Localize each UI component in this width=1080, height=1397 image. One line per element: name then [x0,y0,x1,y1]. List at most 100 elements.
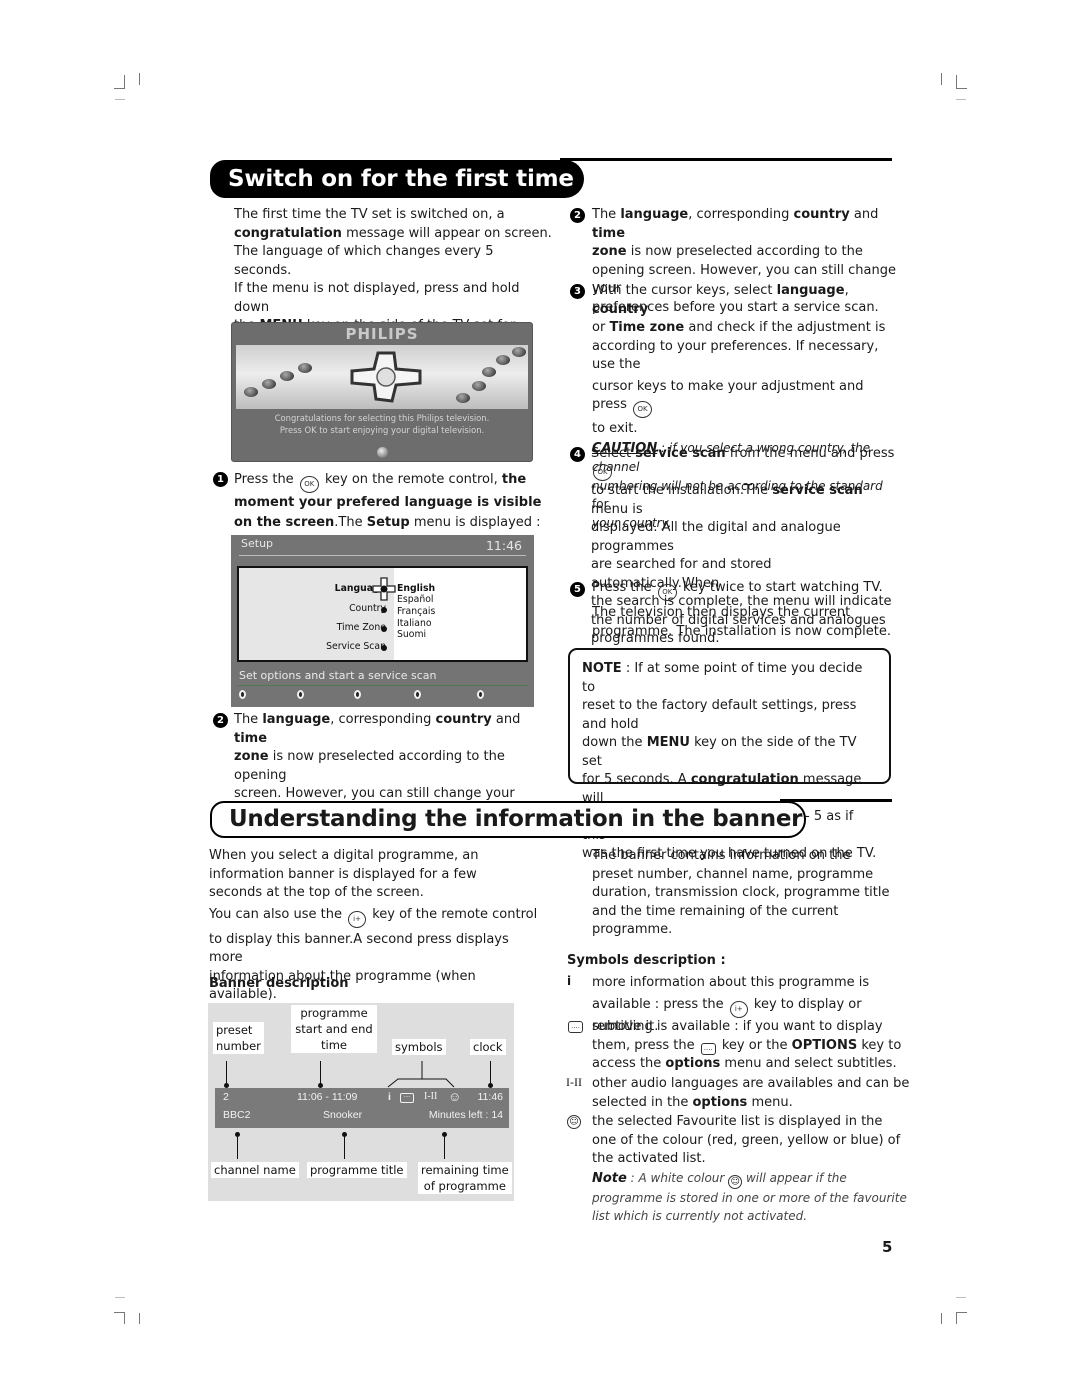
setup-menu-screen: Setup 11:46 Language Country Time Zone S… [231,535,534,707]
banner-title: Snooker [323,1109,363,1121]
step-5-text: Press the OK key twice to start watching… [592,580,891,639]
welcome-screen-image: PHILIPS Congratulations for selecting th… [231,322,533,462]
subtitle-key-icon: .... [700,1042,716,1055]
crop-mark [124,75,125,89]
step-number-4: 4 [570,447,585,462]
setup-hint: Set options and start a service scan [239,669,437,682]
setup-title: Setup [241,537,274,550]
info-key-icon: i+ [729,1000,748,1018]
audio-languages-symbol-icon: I-II [566,1075,582,1089]
pointer-line [490,1061,491,1085]
color-button-red[interactable] [239,690,246,699]
label-clock: clock [470,1039,506,1055]
subtitle-symbol-icon: .... [400,1093,414,1103]
option-italiano[interactable]: Italiano [397,618,432,629]
option-suomi[interactable]: Suomi [397,629,426,640]
welcome-artwork [236,345,528,409]
banner-clock: 11:46 [477,1091,504,1103]
symbols-description-heading: Symbols description : [567,953,726,968]
subtitle-symbol-icon: .... [568,1021,583,1033]
info-banner: 2 11:06 - 11:09 i .... I-II ☺ 11:46 BBC2… [215,1088,509,1128]
divider [239,555,526,556]
ok-key-icon: OK [593,463,612,481]
banner-contents-paragraph: The banner contains information on the p… [592,848,890,937]
option-francais[interactable]: Français [397,606,435,617]
menu-dot [381,607,387,613]
section-title-banner: Understanding the information in the ban… [210,801,806,838]
banner-diagram: preset number programme start and end ti… [208,1003,514,1201]
step-number-5: 5 [570,582,585,597]
header-rule [560,158,892,161]
setup-menu-panel: Language Country Time Zone Service Scan … [237,566,528,662]
ok-button-graphic-icon [377,447,388,458]
menu-item-time-zone[interactable]: Time Zone [337,622,386,633]
info-key-icon: i+ [348,910,367,928]
pointer-line [237,1134,238,1159]
pointer-line [444,1134,445,1159]
ok-key-icon: OK [299,476,319,493]
info-symbol-icon: i [567,974,572,988]
label-remaining-time: remaining time of programme [418,1162,512,1194]
note-label: Note [592,1170,627,1186]
crop-mark [956,1312,967,1313]
symbol-favourite-description: the selected Favourite list is displayed… [592,1114,907,1223]
crop-mark [956,88,967,89]
favourite-symbol-icon: ☺ [567,1115,581,1129]
divider [237,685,528,686]
pointer-line [320,1061,321,1085]
color-button-white[interactable] [477,690,484,699]
banner-preset: 2 [223,1091,229,1103]
crop-mark [124,1312,125,1324]
banner-remaining: Minutes left : 14 [428,1109,503,1121]
color-button-green[interactable] [297,690,304,699]
crop-mark [956,1297,966,1298]
header-rule [780,799,892,802]
symbols-bracket-icon [387,1061,455,1088]
note-label: NOTE [582,661,622,676]
menu-item-service-scan[interactable]: Service Scan [326,641,386,652]
crop-mark [956,1312,957,1324]
crop-mark [139,73,140,85]
option-espanol[interactable]: Español [397,594,433,605]
crop-mark [115,99,125,100]
label-programme-title: programme title [307,1162,407,1178]
symbol-audio-description: other audio languages are availables and… [592,1076,910,1110]
crop-mark [956,99,966,100]
menu-dot [381,645,387,651]
cursor-cross-icon [372,577,396,601]
crop-mark [114,88,125,89]
step-number-1: 1 [213,472,228,487]
option-english[interactable]: English [397,583,435,594]
welcome-message: Congratulations for selecting this Phili… [274,413,490,435]
dpad-artwork-icon [350,351,422,403]
pointer-line [344,1134,345,1159]
label-programme-time: programme start and end time [291,1005,377,1053]
label-preset-number: preset number [213,1022,264,1054]
color-button-yellow[interactable] [354,690,361,699]
ok-key-icon: OK [633,401,652,418]
crop-mark [956,75,957,89]
banner-time-range: 11:06 - 11:09 [297,1091,358,1103]
section-title-switch-on: Switch on for the first time [210,160,584,198]
crop-mark [941,1313,942,1324]
note-box: NOTE : If at some point of time you deci… [568,648,891,861]
step-number-2: 2 [570,208,585,223]
banner-description-heading: Banner description [209,976,349,991]
audio-symbol-icon: I-II [424,1091,438,1102]
label-channel-name: channel name [211,1162,299,1178]
symbol-subtitle-description: subtitling is available : if you want to… [592,1019,902,1071]
step-1-text: Press the OK key on the remote control, … [234,472,542,530]
page-number: 5 [882,1238,893,1256]
crop-mark [941,73,942,85]
favourite-white-icon: ☺ [728,1174,743,1189]
info-symbol-icon: i [388,1091,391,1103]
color-button-blue[interactable] [414,690,421,699]
menu-dot [381,626,387,632]
ok-key-icon: OK [657,584,677,601]
setup-clock: 11:46 [485,538,522,553]
crop-mark [139,1313,140,1324]
philips-logo: PHILIPS [345,325,419,343]
step-number-2: 2 [213,713,228,728]
banner-channel: BBC2 [223,1109,251,1121]
favourite-symbol-icon: ☺ [448,1089,462,1104]
